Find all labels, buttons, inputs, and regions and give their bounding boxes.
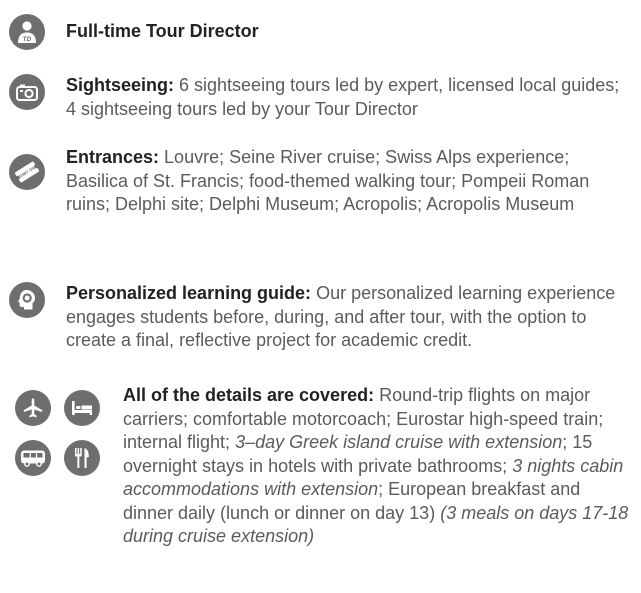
details-label: All of the details are covered:	[123, 385, 375, 405]
admission-ticket-icon: ADMIT ONE	[9, 154, 45, 190]
details-text: All of the details are covered: Round-tr…	[123, 384, 633, 549]
camera-icon	[9, 74, 45, 110]
tour-director-text: Full-time Tour Director	[66, 20, 633, 44]
sightseeing-label: Sightseeing:	[66, 75, 175, 95]
tour-director-label: Full-time Tour Director	[66, 21, 259, 41]
learning-guide-text: Personalized learning guide: Our persona…	[66, 282, 633, 353]
learning-head-icon	[9, 282, 45, 318]
sightseeing-text: Sightseeing: 6 sightseeing tours led by …	[66, 74, 633, 121]
entrances-label: Entrances:	[66, 147, 160, 167]
bus-icon	[15, 440, 51, 476]
utensils-icon	[64, 440, 100, 476]
details-part-2: 3–day Greek island cruise with extension	[235, 432, 563, 452]
airplane-icon	[15, 390, 51, 426]
tour-director-icon-text: TD	[23, 36, 32, 43]
entrances-text: Entrances: Louvre; Seine River cruise; S…	[66, 146, 633, 217]
tour-director-icon: TD	[9, 14, 45, 50]
learning-guide-label: Personalized learning guide:	[66, 283, 312, 303]
bed-icon	[64, 390, 100, 426]
